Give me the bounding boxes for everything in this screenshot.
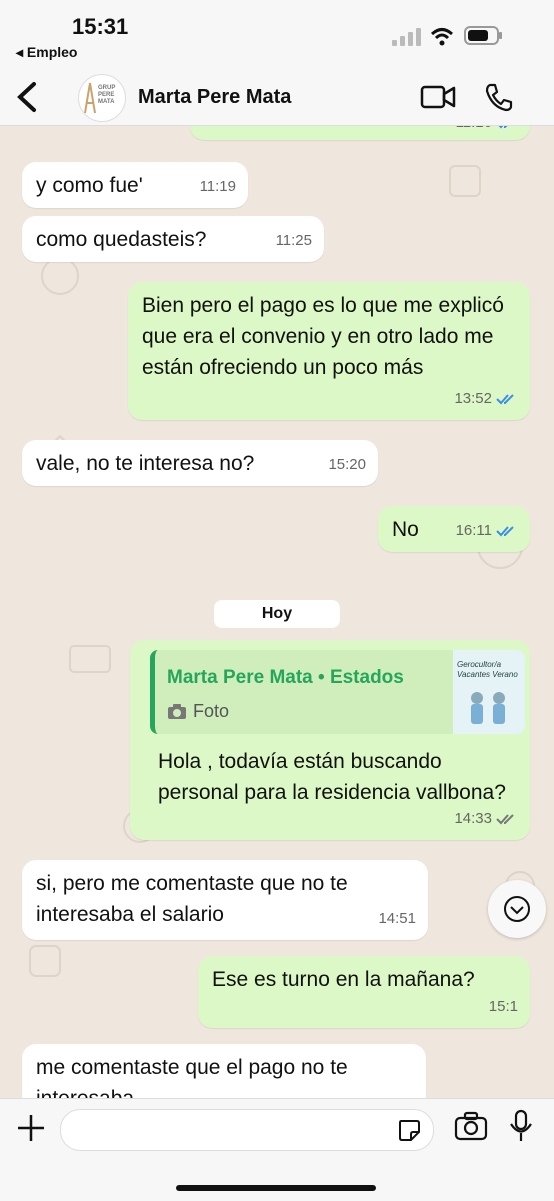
day-separator: Hoy bbox=[214, 600, 340, 628]
plus-icon[interactable] bbox=[16, 1113, 46, 1143]
microphone-icon[interactable] bbox=[508, 1109, 534, 1143]
message-text: No bbox=[392, 518, 419, 541]
message-bubble-incoming[interactable]: me comentaste que el pago no te interesa… bbox=[22, 1044, 426, 1098]
logo-icon bbox=[84, 82, 96, 114]
message-text: Hola , todavía están buscando personal p… bbox=[158, 750, 506, 804]
message-bubble-incoming[interactable]: como quedasteis? 11:25 bbox=[22, 216, 324, 262]
message-time: 11:25 bbox=[275, 232, 312, 249]
scroll-to-bottom-button[interactable] bbox=[488, 880, 546, 938]
message-input[interactable] bbox=[60, 1109, 434, 1151]
contact-name[interactable]: Marta Pere Mata bbox=[138, 86, 291, 109]
thumbnail-text: Gerocultor/a Vacantes Verano bbox=[457, 660, 518, 679]
message-bubble-incoming[interactable]: si, pero me comentaste que no te interes… bbox=[22, 860, 428, 940]
camera-icon[interactable] bbox=[454, 1111, 488, 1141]
read-ticks-icon bbox=[496, 525, 514, 536]
status-thumbnail: Gerocultor/a Vacantes Verano bbox=[453, 650, 525, 734]
quoted-type-label: Foto bbox=[193, 701, 230, 721]
message-time: 16:11 bbox=[455, 522, 492, 539]
message-text: y como fue' bbox=[36, 174, 143, 197]
back-chevron-icon[interactable] bbox=[14, 80, 40, 114]
message-meta: 16:11 bbox=[456, 515, 518, 546]
back-to-app-link[interactable]: ◂ Empleo bbox=[16, 44, 77, 61]
camera-icon bbox=[168, 703, 186, 719]
chat-header: GRUP PERE MATA Marta Pere Mata bbox=[0, 70, 554, 126]
read-ticks-icon bbox=[496, 393, 514, 404]
message-bubble-outgoing[interactable]: 11:16 bbox=[190, 126, 530, 140]
message-bubble-incoming[interactable]: vale, no te interesa no? 15:20 bbox=[22, 440, 378, 486]
message-time: 11:16 bbox=[456, 126, 492, 138]
message-time: 15:20 bbox=[328, 456, 366, 473]
message-bubble-outgoing[interactable]: Bien pero el pago es lo que me explicó q… bbox=[128, 282, 530, 420]
battery-icon bbox=[464, 26, 502, 45]
delivered-ticks-icon bbox=[496, 813, 514, 824]
message-meta: 15:1 bbox=[489, 991, 518, 1022]
chevron-down-icon bbox=[504, 896, 530, 922]
wifi-icon bbox=[430, 28, 454, 46]
message-time: 13:52 bbox=[454, 390, 492, 407]
contact-avatar[interactable]: GRUP PERE MATA bbox=[78, 74, 126, 122]
message-meta: 11:25 bbox=[276, 225, 312, 256]
status-bar: 15:31 ◂ Empleo bbox=[0, 0, 554, 70]
message-time: 14:33 bbox=[454, 810, 492, 827]
message-meta: 11:19 bbox=[200, 171, 236, 202]
message-bubble-outgoing[interactable]: Ese es turno en la mañana? 15:1 bbox=[198, 956, 530, 1028]
message-bubble-incoming[interactable]: y como fue' 11:19 bbox=[22, 162, 248, 208]
message-bubble-outgoing[interactable]: No 16:11 bbox=[378, 506, 530, 552]
message-text: Ese es turno en la mañana? bbox=[212, 968, 475, 991]
message-meta: 11:16 bbox=[456, 126, 518, 138]
message-meta: 14:33 bbox=[454, 803, 518, 834]
composer-bar bbox=[0, 1098, 554, 1201]
message-text: Bien pero el pago es lo que me explicó q… bbox=[142, 294, 504, 379]
message-text: si, pero me comentaste que no te interes… bbox=[36, 872, 348, 926]
sticker-icon[interactable] bbox=[397, 1118, 421, 1142]
message-bubble-outgoing[interactable]: Marta Pere Mata • Estados Foto Geroculto… bbox=[130, 640, 530, 840]
message-meta: 13:52 bbox=[454, 383, 518, 414]
message-time: 14:51 bbox=[378, 910, 416, 927]
message-time: 11:19 bbox=[199, 178, 236, 195]
quoted-author: Marta Pere Mata • Estados bbox=[167, 667, 404, 688]
message-meta: 14:51 bbox=[378, 903, 416, 934]
status-time: 15:31 bbox=[72, 14, 129, 39]
message-text: vale, no te interesa no? bbox=[36, 452, 255, 475]
message-list[interactable]: 11:16 y como fue' 11:19 como quedasteis?… bbox=[0, 126, 554, 1098]
quoted-status[interactable]: Marta Pere Mata • Estados Foto Geroculto… bbox=[150, 650, 525, 734]
video-call-icon[interactable] bbox=[420, 84, 456, 110]
message-meta: 15:20 bbox=[328, 449, 366, 480]
read-ticks-icon bbox=[499, 126, 507, 128]
avatar-logo-text: GRUP PERE MATA bbox=[98, 85, 116, 105]
thumbnail-illustration bbox=[471, 692, 505, 724]
message-time: 15:1 bbox=[488, 998, 518, 1015]
message-text: como quedasteis? bbox=[36, 228, 207, 251]
home-indicator bbox=[176, 1185, 376, 1191]
phone-call-icon[interactable] bbox=[484, 82, 514, 112]
message-text: me comentaste que el pago no te interesa… bbox=[36, 1056, 348, 1098]
quoted-type: Foto bbox=[167, 696, 229, 727]
signal-icon bbox=[392, 28, 421, 46]
